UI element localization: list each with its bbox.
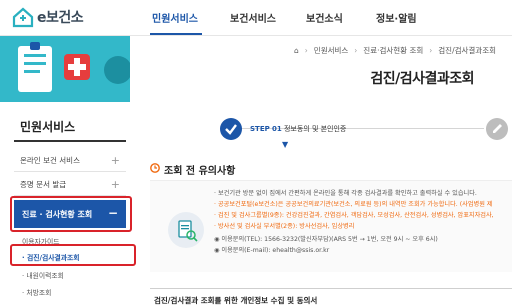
subitem-label: 내원이력조회 xyxy=(26,272,64,280)
plus-icon: + xyxy=(110,178,120,191)
page-title: 검진/검사결과조회 xyxy=(370,71,474,87)
sidebar-title: 민원서비스 xyxy=(20,120,76,134)
notice-text: 공공보건포털(e보건소)은 공공보건의료기관(보건소, 의료원 등)의 내역만 … xyxy=(217,201,493,208)
notice-text: 방사선 및 검사실 부서별(2종): 방사선검사, 임상병리 xyxy=(217,223,355,230)
step-prefix: STEP xyxy=(250,125,270,133)
notice-text: 검진 및 검사그룹별(9종): 건강검진결과, 간염검사, 객담검사, 모성검사… xyxy=(217,212,494,219)
sidebar-item-label: 증명 문서 발급 xyxy=(20,180,67,189)
breadcrumb-item[interactable]: 진료·검사현황 조회 xyxy=(363,45,423,56)
notice-line: · 검진 및 검사그룹별(9종): 건강검진결과, 간염검사, 객담검사, 모성… xyxy=(214,212,494,219)
consent-section-title: 검진/검사결과 조회를 위한 개인정보 수집 및 동의서 xyxy=(150,288,512,308)
notice-line: · 공공보건포털(e보건소)은 공공보건의료기관(보건소, 의료원 등)의 내역… xyxy=(214,201,493,208)
nav-health-service[interactable]: 보건서비스 xyxy=(230,10,276,25)
nav-health-news[interactable]: 보건소식 xyxy=(306,10,343,25)
sidebar-title-divider xyxy=(14,140,126,142)
notice-line: ◉ 이용문의(TEL): 1566-3232(발신자부담)(ARS 5번 → 1… xyxy=(214,236,438,243)
clock-icon xyxy=(150,163,160,176)
notice-title: 조회 전 유의사항 xyxy=(164,166,236,177)
step-text: 정보동의 및 본인인증 xyxy=(283,125,347,133)
home-icon[interactable]: ⌂ xyxy=(294,46,299,55)
step-number: 01 xyxy=(271,125,282,133)
notice-heading: 조회 전 유의사항 xyxy=(150,162,235,177)
breadcrumb-item[interactable]: 검진/검사결과조회 xyxy=(438,45,496,56)
highlight-box xyxy=(10,244,136,266)
plus-icon: + xyxy=(110,154,120,167)
notice-line: · 보건기관 방문 없이 집에서 간편하게 온라인을 통해 각종 검사결과를 확… xyxy=(214,190,477,197)
home-logo-icon xyxy=(12,7,34,28)
sidebar-subitem-visit-history[interactable]: · 내원이력조회 xyxy=(22,270,64,280)
page-banner: ⌂ › 민원서비스 › 진료·검사현황 조회 › 검진/검사결과조회 검진/검사… xyxy=(0,36,512,102)
breadcrumb-item[interactable]: 민원서비스 xyxy=(314,45,349,56)
document-search-icon xyxy=(168,212,204,248)
logo-text: e보건소 xyxy=(37,10,84,26)
notice-line: ◉ 이용문의(E-mail): ehealth@ssis.or.kr xyxy=(214,247,330,254)
chevron-down-icon: ▼ xyxy=(282,140,289,149)
edit-step-icon xyxy=(486,118,508,140)
nav-info-notice[interactable]: 정보·알림 xyxy=(376,10,417,25)
sidebar-item-label: 온라인 보건 서비스 xyxy=(20,156,80,165)
highlight-box xyxy=(10,196,132,232)
notice-text: 보건기관 방문 없이 집에서 간편하게 온라인을 통해 각종 검사결과를 확인하… xyxy=(217,190,477,197)
subitem-label: 처방조회 xyxy=(26,289,52,297)
sidebar-item-online-service[interactable]: 온라인 보건 서비스 + xyxy=(14,150,126,172)
notice-text: 이용문의(E-mail): ehealth@ssis.or.kr xyxy=(221,247,330,254)
step-label: STEP 01 정보동의 및 본인인증 xyxy=(250,124,346,134)
sidebar-item-certificate[interactable]: 증명 문서 발급 + xyxy=(14,174,126,196)
notice-text: 이용문의(TEL): 1566-3232(발신자부담)(ARS 5번 → 1번,… xyxy=(221,236,438,243)
notice-line: · 방사선 및 검사실 부서별(2종): 방사선검사, 임상병리 xyxy=(214,223,355,230)
breadcrumb: ⌂ › 민원서비스 › 진료·검사현황 조회 › 검진/검사결과조회 xyxy=(294,45,496,56)
sidebar-subitem-prescription[interactable]: · 처방조회 xyxy=(22,287,51,297)
site-logo[interactable]: e보건소 xyxy=(12,6,84,28)
site-header: e보건소 민원서비스 보건서비스 보건소식 정보·알림 xyxy=(0,0,512,36)
step-check-icon xyxy=(220,118,242,140)
nav-active-indicator xyxy=(150,33,202,35)
nav-civil-service[interactable]: 민원서비스 xyxy=(152,10,198,25)
